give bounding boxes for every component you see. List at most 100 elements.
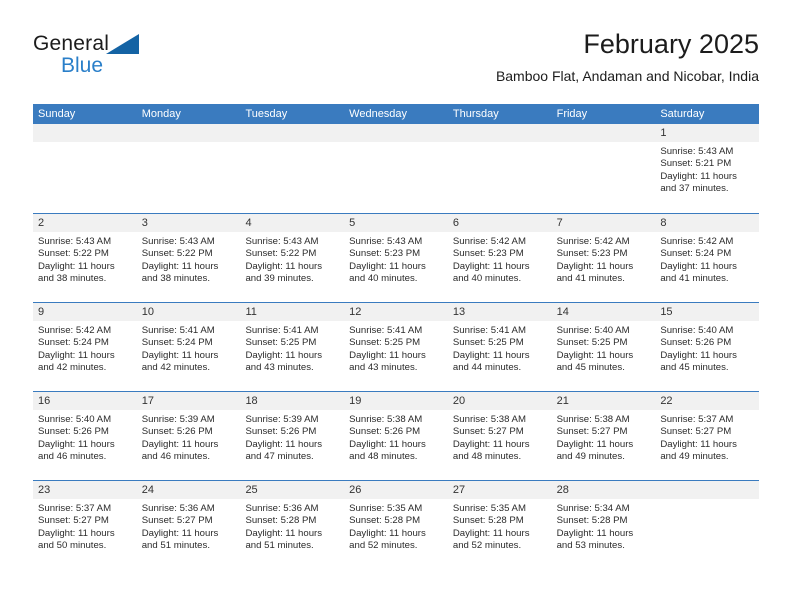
title-block: February 2025 Bamboo Flat, Andaman and N… [496,28,759,85]
day-cell-empty [447,124,552,213]
day-cell[interactable]: 16 Sunrise: 5:40 AM Sunset: 5:26 PM Dayligh… [33,392,137,480]
day-cell[interactable]: 6 Sunrise: 5:42 AM Sunset: 5:23 PM Daylight… [447,214,552,302]
day-cell[interactable]: 15 Sunrise: 5:40 AM Sunset: 5:26 PM Dayligh… [655,303,760,391]
day-cell[interactable]: 28 Sunrise: 5:34 AM Sunset: 5:28 PM Dayligh… [551,481,656,569]
day-info: Sunrise: 5:37 AM Sunset: 5:27 PM Daylight:… [33,499,137,553]
day-cell[interactable]: 22 Sunrise: 5:37 AM Sunset: 5:27 PM Dayligh… [655,392,760,480]
sunset-text: Sunset: 5:23 PM [349,248,421,260]
day-cell[interactable]: 26 Sunrise: 5:35 AM Sunset: 5:28 PM Dayligh… [344,481,448,569]
daylight-text: Daylight: 11 hours and 45 minutes. [556,349,634,374]
day-cell[interactable]: 3 Sunrise: 5:43 AM Sunset: 5:22 PM Daylight… [136,214,241,302]
day-number: 14 [556,306,569,318]
sunset-text: Sunset: 5:26 PM [660,337,732,349]
daylight-text: Daylight: 11 hours and 42 minutes. [38,349,115,374]
day-info: Sunrise: 5:43 AM Sunset: 5:22 PM Daylight:… [137,232,241,286]
day-cell[interactable]: 4 Sunrise: 5:43 AM Sunset: 5:22 PM Daylight… [240,214,345,302]
sunset-text: Sunset: 5:22 PM [38,248,109,260]
day-info: Sunrise: 5:42 AM Sunset: 5:24 PM Daylight:… [655,232,759,286]
day-cell-empty [551,124,656,213]
daylight-text: Daylight: 11 hours and 48 minutes. [349,438,426,463]
sunset-text: Sunset: 5:24 PM [660,248,732,260]
day-cell-empty [240,124,345,213]
calendar-week-row: 9 Sunrise: 5:42 AM Sunset: 5:24 PM Daylight… [33,302,760,391]
day-info: Sunrise: 5:39 AM Sunset: 5:26 PM Daylight:… [240,410,344,464]
day-info: Sunrise: 5:39 AM Sunset: 5:26 PM Daylight:… [137,410,241,464]
day-number: 19 [349,395,362,407]
sunset-text: Sunset: 5:22 PM [245,248,317,260]
day-cell[interactable]: 20 Sunrise: 5:38 AM Sunset: 5:27 PM Dayligh… [447,392,552,480]
calendar-week-row: 16 Sunrise: 5:40 AM Sunset: 5:26 PM Dayligh… [33,391,760,480]
sunset-text: Sunset: 5:25 PM [349,337,421,349]
sunrise-text: Sunrise: 5:43 AM [660,146,734,157]
day-number-band [136,124,241,142]
day-cell[interactable]: 9 Sunrise: 5:42 AM Sunset: 5:24 PM Daylight… [33,303,137,391]
day-number-band: 23 [33,481,137,499]
day-number-band: 21 [551,392,656,410]
day-info: Sunrise: 5:36 AM Sunset: 5:27 PM Daylight:… [137,499,241,553]
day-info: Sunrise: 5:43 AM Sunset: 5:21 PM Daylight:… [655,142,759,196]
day-cell[interactable]: 12 Sunrise: 5:41 AM Sunset: 5:25 PM Dayligh… [344,303,448,391]
day-number-band: 25 [240,481,345,499]
daylight-text: Daylight: 11 hours and 52 minutes. [349,527,426,552]
calendar-weeks: 1 Sunrise: 5:43 AM Sunset: 5:21 PM Daylight… [33,124,760,569]
daylight-text: Daylight: 11 hours and 39 minutes. [245,260,323,285]
weekday-header-friday: Friday [556,108,588,120]
day-number: 6 [452,217,459,229]
day-cell[interactable]: 13 Sunrise: 5:41 AM Sunset: 5:25 PM Dayligh… [447,303,552,391]
sunset-text: Sunset: 5:25 PM [556,337,628,349]
day-info: Sunrise: 5:41 AM Sunset: 5:25 PM Daylight:… [448,321,552,375]
sunset-text: Sunset: 5:28 PM [349,515,421,527]
day-cell[interactable]: 21 Sunrise: 5:38 AM Sunset: 5:27 PM Dayligh… [551,392,656,480]
day-number-band: 1 [655,124,760,142]
daylight-text: Daylight: 11 hours and 38 minutes. [38,260,115,285]
day-cell[interactable]: 14 Sunrise: 5:40 AM Sunset: 5:25 PM Dayligh… [551,303,656,391]
calendar-page: General Blue February 2025 Bamboo Flat, … [0,0,792,612]
general-blue-logo[interactable]: General Blue [33,32,213,88]
sunrise-text: Sunrise: 5:34 AM [556,503,630,514]
day-number-band: 11 [240,303,345,321]
day-number: 20 [452,395,466,407]
day-number-band: 18 [240,392,345,410]
sunrise-text: Sunrise: 5:39 AM [245,414,319,425]
day-cell[interactable]: 18 Sunrise: 5:39 AM Sunset: 5:26 PM Dayligh… [240,392,345,480]
day-number-band [240,124,345,142]
day-cell[interactable]: 19 Sunrise: 5:38 AM Sunset: 5:26 PM Dayligh… [344,392,448,480]
day-number-band [344,124,448,142]
day-number: 5 [349,217,356,229]
day-info: Sunrise: 5:42 AM Sunset: 5:24 PM Daylight:… [33,321,137,375]
sunset-text: Sunset: 5:26 PM [245,426,317,438]
day-cell[interactable]: 8 Sunrise: 5:42 AM Sunset: 5:24 PM Daylight… [655,214,760,302]
day-number: 28 [556,484,569,496]
day-cell[interactable]: 7 Sunrise: 5:42 AM Sunset: 5:23 PM Daylight… [551,214,656,302]
daylight-text: Daylight: 11 hours and 51 minutes. [245,527,323,552]
daylight-text: Daylight: 11 hours and 52 minutes. [452,527,530,552]
day-cell[interactable]: 17 Sunrise: 5:39 AM Sunset: 5:26 PM Dayligh… [136,392,241,480]
daylight-text: Daylight: 11 hours and 43 minutes. [245,349,323,374]
day-cell-empty [136,124,241,213]
day-info: Sunrise: 5:43 AM Sunset: 5:23 PM Daylight:… [344,232,448,286]
day-number-band: 6 [447,214,552,232]
day-cell[interactable]: 5 Sunrise: 5:43 AM Sunset: 5:23 PM Daylight… [344,214,448,302]
calendar-week-row: 23 Sunrise: 5:37 AM Sunset: 5:27 PM Dayligh… [33,480,760,569]
day-info: Sunrise: 5:41 AM Sunset: 5:25 PM Daylight:… [240,321,344,375]
day-cell[interactable]: 10 Sunrise: 5:41 AM Sunset: 5:24 PM Dayligh… [136,303,241,391]
sunset-text: Sunset: 5:27 PM [660,426,732,438]
sunrise-text: Sunrise: 5:43 AM [245,236,319,247]
daylight-text: Daylight: 11 hours and 47 minutes. [245,438,323,463]
sunset-text: Sunset: 5:23 PM [556,248,628,260]
day-cell[interactable]: 25 Sunrise: 5:36 AM Sunset: 5:28 PM Dayligh… [240,481,345,569]
day-cell[interactable]: 11 Sunrise: 5:41 AM Sunset: 5:25 PM Dayligh… [240,303,345,391]
day-cell[interactable]: 2 Sunrise: 5:43 AM Sunset: 5:22 PM Daylight… [33,214,137,302]
day-cell[interactable]: 27 Sunrise: 5:35 AM Sunset: 5:28 PM Dayligh… [447,481,552,569]
day-number-band: 5 [344,214,448,232]
weekday-header-tuesday: Tuesday [245,108,288,120]
daylight-text: Daylight: 11 hours and 44 minutes. [452,349,530,374]
sunset-text: Sunset: 5:22 PM [141,248,213,260]
sunrise-text: Sunrise: 5:43 AM [38,236,112,247]
calendar-week-row: 1 Sunrise: 5:43 AM Sunset: 5:21 PM Daylight… [33,124,760,213]
page-subtitle: Bamboo Flat, Andaman and Nicobar, India [495,68,759,84]
blue-triangle-icon [106,34,139,54]
day-cell[interactable]: 23 Sunrise: 5:37 AM Sunset: 5:27 PM Dayligh… [33,481,137,569]
day-cell[interactable]: 1 Sunrise: 5:43 AM Sunset: 5:21 PM Daylight… [655,124,760,213]
day-cell[interactable]: 24 Sunrise: 5:36 AM Sunset: 5:27 PM Dayligh… [136,481,241,569]
